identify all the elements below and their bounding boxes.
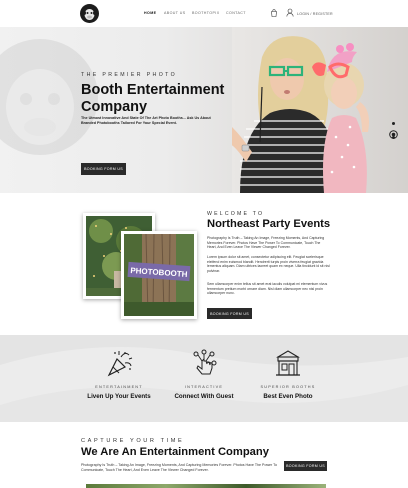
welcome-paragraph-1: Photography Is Truth – Taking An Image, … bbox=[207, 236, 325, 250]
welcome-booking-button[interactable]: BOOKING FORM US bbox=[207, 308, 252, 319]
feature-superior-booths: SUPERIOR BOOTHS Best Even Photo bbox=[243, 349, 333, 400]
feature-interactive: INTERACTIVE Connect With Guest bbox=[159, 349, 249, 400]
polaroid-photo-booth-sign: PHOTOBOOTH bbox=[121, 231, 197, 319]
nav-contact[interactable]: CONTACT bbox=[226, 11, 246, 15]
hero-booking-button[interactable]: BOOKING FORM US bbox=[81, 163, 126, 175]
cart-icon[interactable] bbox=[270, 9, 278, 17]
feature-entertainment: ENTERTAINMENT Liven Up Your Events bbox=[74, 349, 164, 400]
hero-section: THE PREMIER PHOTO Booth Entertainment Co… bbox=[0, 27, 408, 193]
slider-active-dot-icon[interactable] bbox=[389, 130, 398, 139]
capture-booking-button[interactable]: BOOKING FORM US bbox=[284, 461, 327, 471]
welcome-paragraph-3: Sem ullamcorper enim tellus sit amet era… bbox=[207, 282, 328, 296]
nav-about-us[interactable]: ABOUT US bbox=[164, 11, 186, 15]
party-popper-icon bbox=[107, 351, 133, 377]
capture-photo-strip bbox=[86, 484, 326, 488]
login-register-link[interactable]: LOGIN / REGISTER bbox=[297, 12, 333, 16]
hero-description: The Utmost Innovative And State Of The A… bbox=[81, 116, 211, 126]
capture-section: CAPTURE YOUR TIME We Are An Entertainmen… bbox=[0, 422, 408, 488]
site-header: HOME ABOUT US BOOTHTOPIX CONTACT LOGIN /… bbox=[0, 0, 408, 27]
feature-title-interactive: Connect With Guest bbox=[174, 393, 234, 400]
nav-boothtopix[interactable]: BOOTHTOPIX bbox=[192, 11, 220, 15]
welcome-section: PHOTOBOOTH WELCOME TO Northeast Party Ev… bbox=[0, 193, 408, 335]
hand-network-icon bbox=[193, 349, 217, 375]
feature-label-superior-booths: SUPERIOR BOOTHS bbox=[260, 385, 316, 389]
feature-label-entertainment: ENTERTAINMENT bbox=[95, 385, 143, 389]
slider-dot-1[interactable] bbox=[392, 122, 395, 125]
feature-title-superior-booths: Best Even Photo bbox=[263, 393, 313, 400]
welcome-title: Northeast Party Events bbox=[207, 218, 331, 230]
feature-label-interactive: INTERACTIVE bbox=[184, 385, 224, 389]
nav-home[interactable]: HOME bbox=[144, 11, 156, 15]
booth-store-icon bbox=[276, 350, 300, 376]
welcome-paragraph-2: Lorem ipsum dolor sit amet, consectetur … bbox=[207, 255, 330, 273]
features-band: ENTERTAINMENT Liven Up Your Events INTER… bbox=[0, 335, 408, 422]
hero-subtitle: THE PREMIER PHOTO bbox=[81, 72, 178, 78]
feature-title-entertainment: Liven Up Your Events bbox=[87, 393, 151, 400]
capture-subtitle: CAPTURE YOUR TIME bbox=[81, 438, 185, 444]
capture-title: We Are An Entertainment Company bbox=[81, 446, 269, 458]
user-icon[interactable] bbox=[286, 8, 294, 17]
logo-monkey-icon[interactable] bbox=[80, 4, 99, 23]
welcome-subtitle: WELCOME TO bbox=[207, 211, 265, 217]
capture-description: Photography Is Truth – Taking An Image, … bbox=[81, 463, 277, 472]
hero-photo-mother-daughter bbox=[232, 27, 408, 193]
